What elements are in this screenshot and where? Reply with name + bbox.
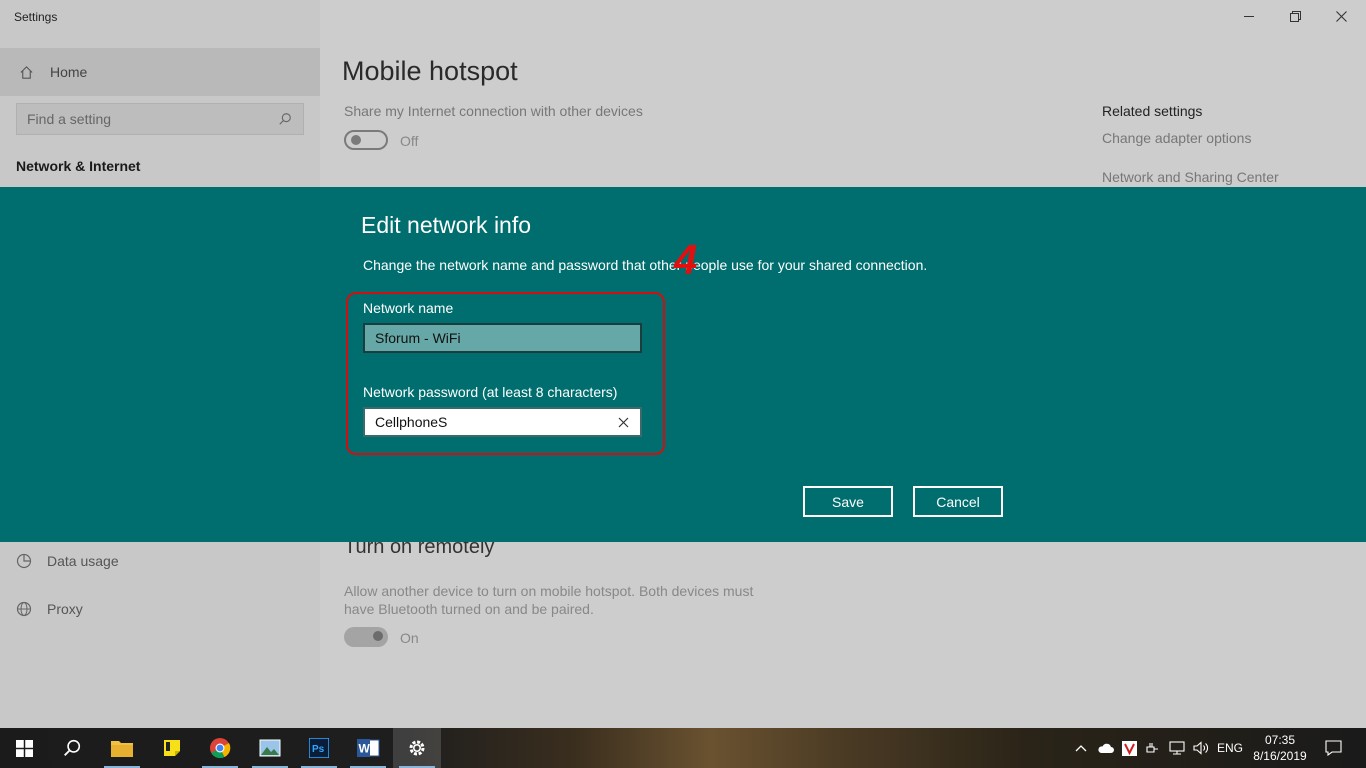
onedrive-tray[interactable] bbox=[1094, 728, 1116, 768]
remote-toggle-state: On bbox=[400, 630, 419, 646]
globe-icon bbox=[16, 601, 32, 617]
network-name-input[interactable]: Sforum - WiFi bbox=[363, 323, 642, 353]
cloud-icon bbox=[1097, 743, 1114, 753]
taskbar-photoshop[interactable]: Ps bbox=[295, 728, 343, 768]
sticky-notes-icon bbox=[164, 740, 180, 756]
photoshop-icon: Ps bbox=[309, 738, 329, 758]
search-icon bbox=[64, 739, 81, 756]
clear-input-icon[interactable] bbox=[616, 415, 630, 429]
clock-date: 8/16/2019 bbox=[1253, 749, 1307, 763]
sidebar-item-label: Home bbox=[50, 64, 88, 80]
chevron-up-icon bbox=[1075, 745, 1087, 752]
sidebar-item-home[interactable]: Home bbox=[0, 48, 320, 96]
word-icon: W bbox=[357, 739, 380, 757]
sidebar-item-data-usage[interactable]: Data usage bbox=[16, 553, 119, 569]
restore-button[interactable] bbox=[1272, 0, 1318, 32]
network-tray[interactable] bbox=[1166, 728, 1188, 768]
power-plug-icon bbox=[1146, 743, 1158, 753]
svg-text:W: W bbox=[359, 742, 371, 756]
taskbar-photos[interactable] bbox=[246, 728, 294, 768]
volume-tray[interactable] bbox=[1190, 728, 1212, 768]
taskbar-search-button[interactable] bbox=[48, 728, 96, 768]
close-window-button[interactable] bbox=[1318, 0, 1364, 32]
taskbar-chrome[interactable] bbox=[196, 728, 244, 768]
taskbar-word[interactable]: W bbox=[344, 728, 392, 768]
section-title: Network & Internet bbox=[16, 158, 141, 174]
toggle-knob bbox=[373, 631, 383, 641]
sidebar-item-proxy[interactable]: Proxy bbox=[16, 601, 83, 617]
hotspot-toggle-state: Off bbox=[400, 133, 419, 149]
language-indicator[interactable]: ENG bbox=[1214, 728, 1246, 768]
annotation-step-number: 4 bbox=[674, 236, 698, 283]
taskbar-settings[interactable] bbox=[393, 728, 441, 768]
taskbar-sticky-notes[interactable] bbox=[148, 728, 196, 768]
network-password-value: CellphoneS bbox=[375, 414, 448, 430]
search-input[interactable]: Find a setting bbox=[16, 103, 304, 135]
file-explorer-icon bbox=[111, 741, 133, 757]
restore-icon bbox=[1289, 10, 1301, 22]
speaker-icon bbox=[1193, 741, 1208, 755]
cancel-button[interactable]: Cancel bbox=[913, 486, 1003, 517]
start-button[interactable] bbox=[0, 728, 48, 768]
search-icon[interactable] bbox=[277, 111, 293, 127]
vivaldi-icon bbox=[1121, 740, 1137, 756]
network-name-value: Sforum - WiFi bbox=[375, 330, 461, 346]
page-title: Mobile hotspot bbox=[342, 56, 518, 86]
close-icon bbox=[1335, 10, 1347, 22]
taskbar: Ps W ENG 07:35 8/16/2019 bbox=[0, 728, 1366, 768]
search-placeholder: Find a setting bbox=[27, 111, 112, 127]
change-adapter-options-link[interactable]: Change adapter options bbox=[1102, 130, 1251, 146]
dialog-title: Edit network info bbox=[361, 212, 532, 238]
network-name-label: Network name bbox=[363, 300, 454, 316]
turn-on-remotely-description: Allow another device to turn on mobile h… bbox=[344, 583, 754, 617]
chrome-icon bbox=[210, 738, 231, 759]
taskbar-file-explorer[interactable] bbox=[98, 728, 146, 768]
clock-time: 07:35 bbox=[1264, 733, 1296, 747]
minimize-icon bbox=[1243, 15, 1254, 17]
remote-toggle[interactable] bbox=[344, 627, 388, 647]
settings-icon bbox=[409, 740, 425, 756]
network-password-label: Network password (at least 8 characters) bbox=[363, 384, 618, 400]
share-connection-label: Share my Internet connection with other … bbox=[344, 103, 643, 119]
minimize-button[interactable] bbox=[1226, 0, 1272, 32]
show-hidden-icons-button[interactable] bbox=[1070, 728, 1092, 768]
dialog-description: Change the network name and password tha… bbox=[363, 257, 928, 273]
network-sharing-center-link[interactable]: Network and Sharing Center bbox=[1102, 169, 1279, 185]
hotspot-toggle[interactable] bbox=[344, 130, 388, 150]
home-icon bbox=[18, 64, 34, 80]
svg-text:Ps: Ps bbox=[312, 744, 325, 755]
sidebar-item-label: Proxy bbox=[47, 601, 83, 617]
notification-icon bbox=[1324, 740, 1342, 756]
window-title: Settings bbox=[14, 10, 58, 24]
network-icon bbox=[1169, 741, 1185, 755]
start-icon bbox=[15, 739, 33, 757]
battery-tray[interactable] bbox=[1142, 728, 1164, 768]
save-button[interactable]: Save bbox=[803, 486, 893, 517]
data-usage-icon bbox=[16, 553, 32, 569]
toggle-knob bbox=[351, 135, 361, 145]
photos-icon bbox=[259, 739, 281, 757]
taskbar-clock[interactable]: 07:35 8/16/2019 bbox=[1250, 732, 1310, 764]
action-center-button[interactable] bbox=[1320, 728, 1346, 768]
network-password-input[interactable]: CellphoneS bbox=[363, 407, 642, 437]
edit-network-dialog: Edit network info Change the network nam… bbox=[0, 187, 1366, 542]
related-settings-title: Related settings bbox=[1102, 103, 1203, 119]
sidebar-item-label: Data usage bbox=[47, 553, 119, 569]
vivaldi-tray[interactable] bbox=[1118, 728, 1140, 768]
